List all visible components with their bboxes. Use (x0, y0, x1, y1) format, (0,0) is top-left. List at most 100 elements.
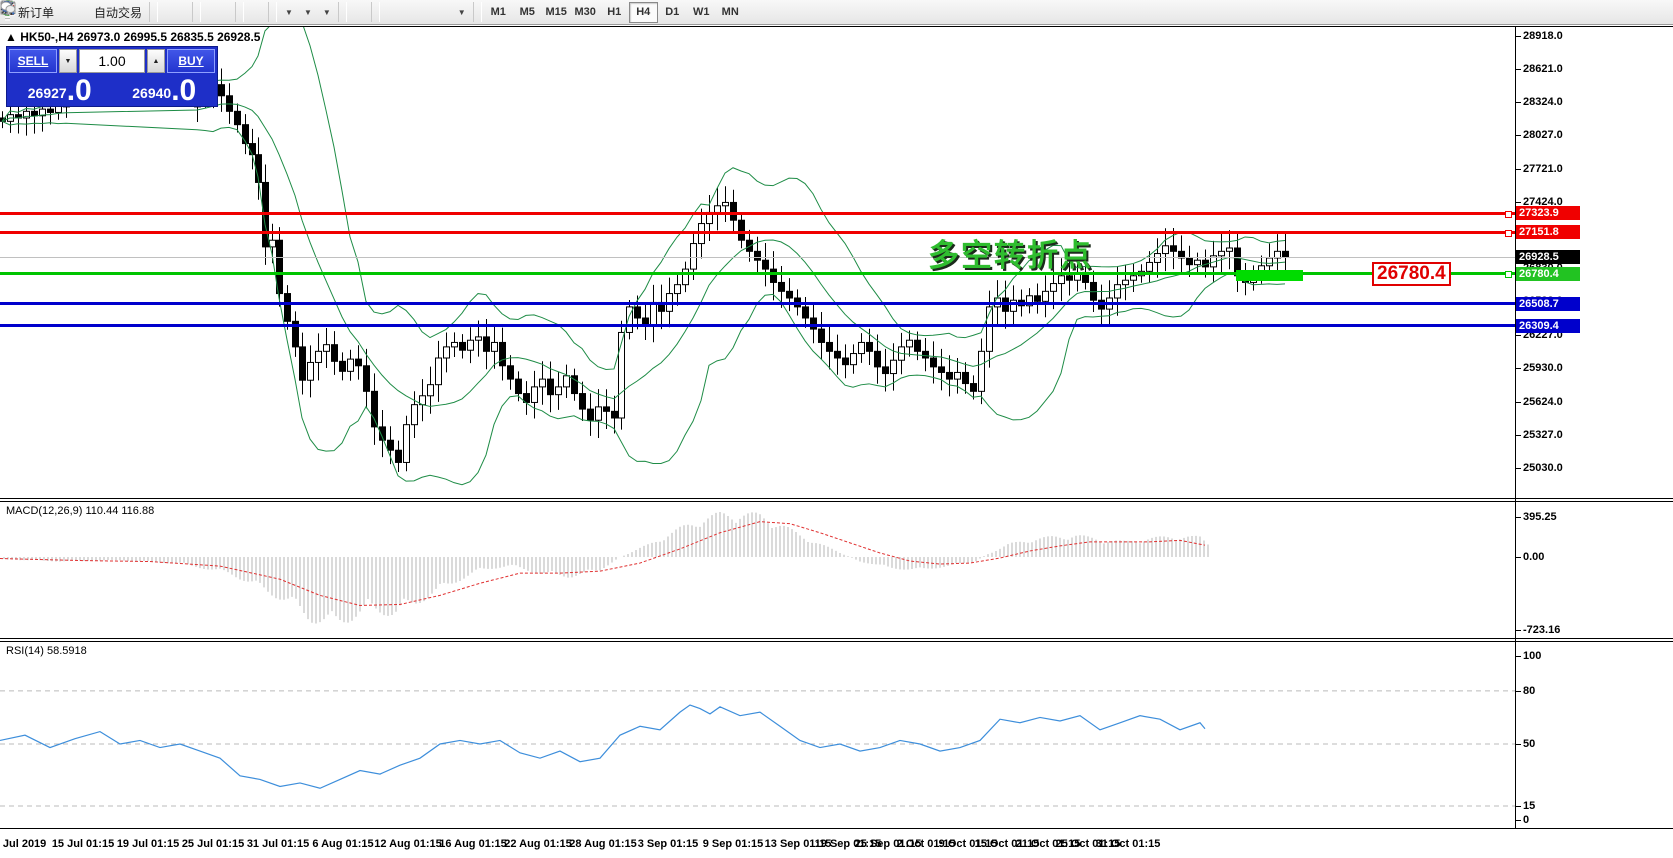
indicators-button[interactable]: ▼ (279, 0, 298, 24)
rsi-chart (0, 642, 1515, 828)
time-axis-label: 31 Jul 01:15 (247, 838, 309, 850)
price-tick-label: 28918.0 (1523, 30, 1563, 42)
horizontal-line-object[interactable] (0, 324, 1515, 327)
rsi-line (0, 705, 1205, 788)
sell-price: 26927 (28, 80, 67, 106)
timeframe-m30[interactable]: M30 (571, 2, 600, 23)
timeframe-mn[interactable]: MN (716, 2, 745, 23)
candlestick-chart (0, 27, 1515, 498)
volume-down-button[interactable]: ▼ (59, 49, 77, 73)
rsi-tick (1516, 806, 1521, 807)
price-tick-label: 25624.0 (1523, 396, 1563, 408)
line-endpoint-marker[interactable] (1505, 230, 1512, 237)
profiles-button[interactable] (69, 0, 79, 24)
line-endpoint-marker[interactable] (1505, 271, 1512, 278)
rsi-tick-label: 15 (1523, 800, 1535, 812)
horizontal-line-object[interactable] (0, 257, 1515, 258)
sell-button[interactable]: SELL (9, 49, 57, 73)
templates-button[interactable]: ▼ (317, 0, 336, 24)
zoom-out-button[interactable] (213, 0, 223, 24)
autotrading-button[interactable]: 自动交易 (89, 0, 147, 24)
vertical-line-button[interactable] (382, 0, 392, 24)
time-axis-label: 9 Jul 2019 (0, 838, 46, 850)
horizontal-line-object[interactable] (0, 212, 1515, 215)
macd-tick (1516, 630, 1521, 631)
panel-divider[interactable] (0, 638, 1673, 642)
timeframe-h4[interactable]: H4 (629, 2, 658, 23)
line-price-label: 26508.7 (1516, 297, 1580, 311)
time-axis[interactable]: 9 Jul 201915 Jul 01:1519 Jul 01:1525 Jul… (0, 828, 1673, 858)
line-endpoint-marker[interactable] (1505, 211, 1512, 218)
trendline-button[interactable] (402, 0, 412, 24)
price-tick (1516, 202, 1521, 203)
cursor-button[interactable] (349, 0, 359, 24)
price-tick (1516, 335, 1521, 336)
one-click-trade-panel: SELL ▼ 1.00 ▲ BUY 26927.0 26940.0 (6, 46, 218, 107)
zoom-in-button[interactable] (203, 0, 213, 24)
periods-button[interactable]: ▼ (298, 0, 317, 24)
timeframe-m1[interactable]: M1 (484, 2, 513, 23)
text-button[interactable]: A (432, 0, 442, 24)
time-axis-label: 6 Aug 01:15 (312, 838, 373, 850)
toolbar-separator (268, 2, 277, 22)
timeframe-m15[interactable]: M15 (542, 2, 571, 23)
price-tick-label: 27721.0 (1523, 163, 1563, 175)
timeframe-d1[interactable]: D1 (658, 2, 687, 23)
toolbar-separator (235, 2, 244, 22)
dropdown-caret-icon[interactable]: ▼ (285, 8, 293, 17)
horizontal-line-button[interactable] (392, 0, 402, 24)
chart-header: ▲ HK50-,H4 26973.0 26995.5 26835.5 26928… (5, 30, 260, 44)
macd-tick (1516, 517, 1521, 518)
fibonacci-button[interactable]: F (422, 0, 432, 24)
channel-button[interactable]: E (412, 0, 422, 24)
rsi-tick (1516, 820, 1521, 821)
toolbar-separator (192, 2, 201, 22)
new-chart-button[interactable] (59, 0, 69, 24)
dropdown-caret-icon[interactable]: ▼ (458, 8, 466, 17)
dropdown-caret-icon[interactable]: ▼ (304, 8, 312, 17)
volume-up-button[interactable]: ▲ (147, 49, 165, 73)
macd-chart (0, 502, 1515, 637)
toolbar-separator (371, 2, 380, 22)
timeframe-w1[interactable]: W1 (687, 2, 716, 23)
price-tick-label: 25030.0 (1523, 462, 1563, 474)
bar-chart-button[interactable] (160, 0, 170, 24)
time-axis-label: 12 Aug 01:15 (374, 838, 441, 850)
auto-scroll-button[interactable] (246, 0, 256, 24)
chart-shift-button[interactable] (256, 0, 266, 24)
tile-windows-button[interactable] (223, 0, 233, 24)
price-tick (1516, 435, 1521, 436)
timeframe-h1[interactable]: H1 (600, 2, 629, 23)
new-order-button[interactable]: 新订单 (13, 0, 59, 24)
highlight-rectangle[interactable] (1236, 270, 1303, 281)
rsi-tick (1516, 656, 1521, 657)
horizontal-line-object[interactable] (0, 231, 1515, 234)
price-tick (1516, 69, 1521, 70)
toolbar: 新订单 自动交易 ▼ ▼ ▼ EFAT ▼ M1M5M15M30H1H4D1W1MN (0, 0, 1673, 25)
panel-divider[interactable] (0, 498, 1673, 502)
macd-indicator-label: MACD(12,26,9) 110.44 116.88 (6, 505, 154, 517)
candlestick-chart-button[interactable] (170, 0, 180, 24)
new-order-button-label: 新订单 (18, 4, 54, 21)
chart-text-annotation[interactable]: 多空转折点 (928, 230, 1093, 275)
buy-button[interactable]: BUY (167, 49, 215, 73)
rsi-panel (0, 642, 1515, 828)
collapse-icon[interactable]: ▲ (5, 30, 17, 44)
time-axis-label: 28 Aug 01:15 (569, 838, 636, 850)
timeframe-m5[interactable]: M5 (513, 2, 542, 23)
price-tick-label: 28324.0 (1523, 96, 1563, 108)
buy-price-button[interactable]: 26940.0 (114, 75, 216, 106)
price-callout-box[interactable]: 26780.4 (1372, 262, 1451, 286)
signals-button[interactable] (79, 0, 89, 24)
dropdown-caret-icon[interactable]: ▼ (323, 8, 331, 17)
rsi-tick-label: 80 (1523, 685, 1535, 697)
volume-input[interactable]: 1.00 (79, 49, 145, 73)
macd-tick-label: 0.00 (1523, 551, 1544, 563)
time-axis-label: 3 Sep 01:15 (638, 838, 699, 850)
line-chart-button[interactable] (180, 0, 190, 24)
arrows-button[interactable]: ▼ (452, 0, 471, 24)
crosshair-button[interactable] (359, 0, 369, 24)
text-label-button[interactable]: T (442, 0, 452, 24)
sell-price-button[interactable]: 26927.0 (9, 75, 111, 106)
horizontal-line-object[interactable] (0, 302, 1515, 305)
